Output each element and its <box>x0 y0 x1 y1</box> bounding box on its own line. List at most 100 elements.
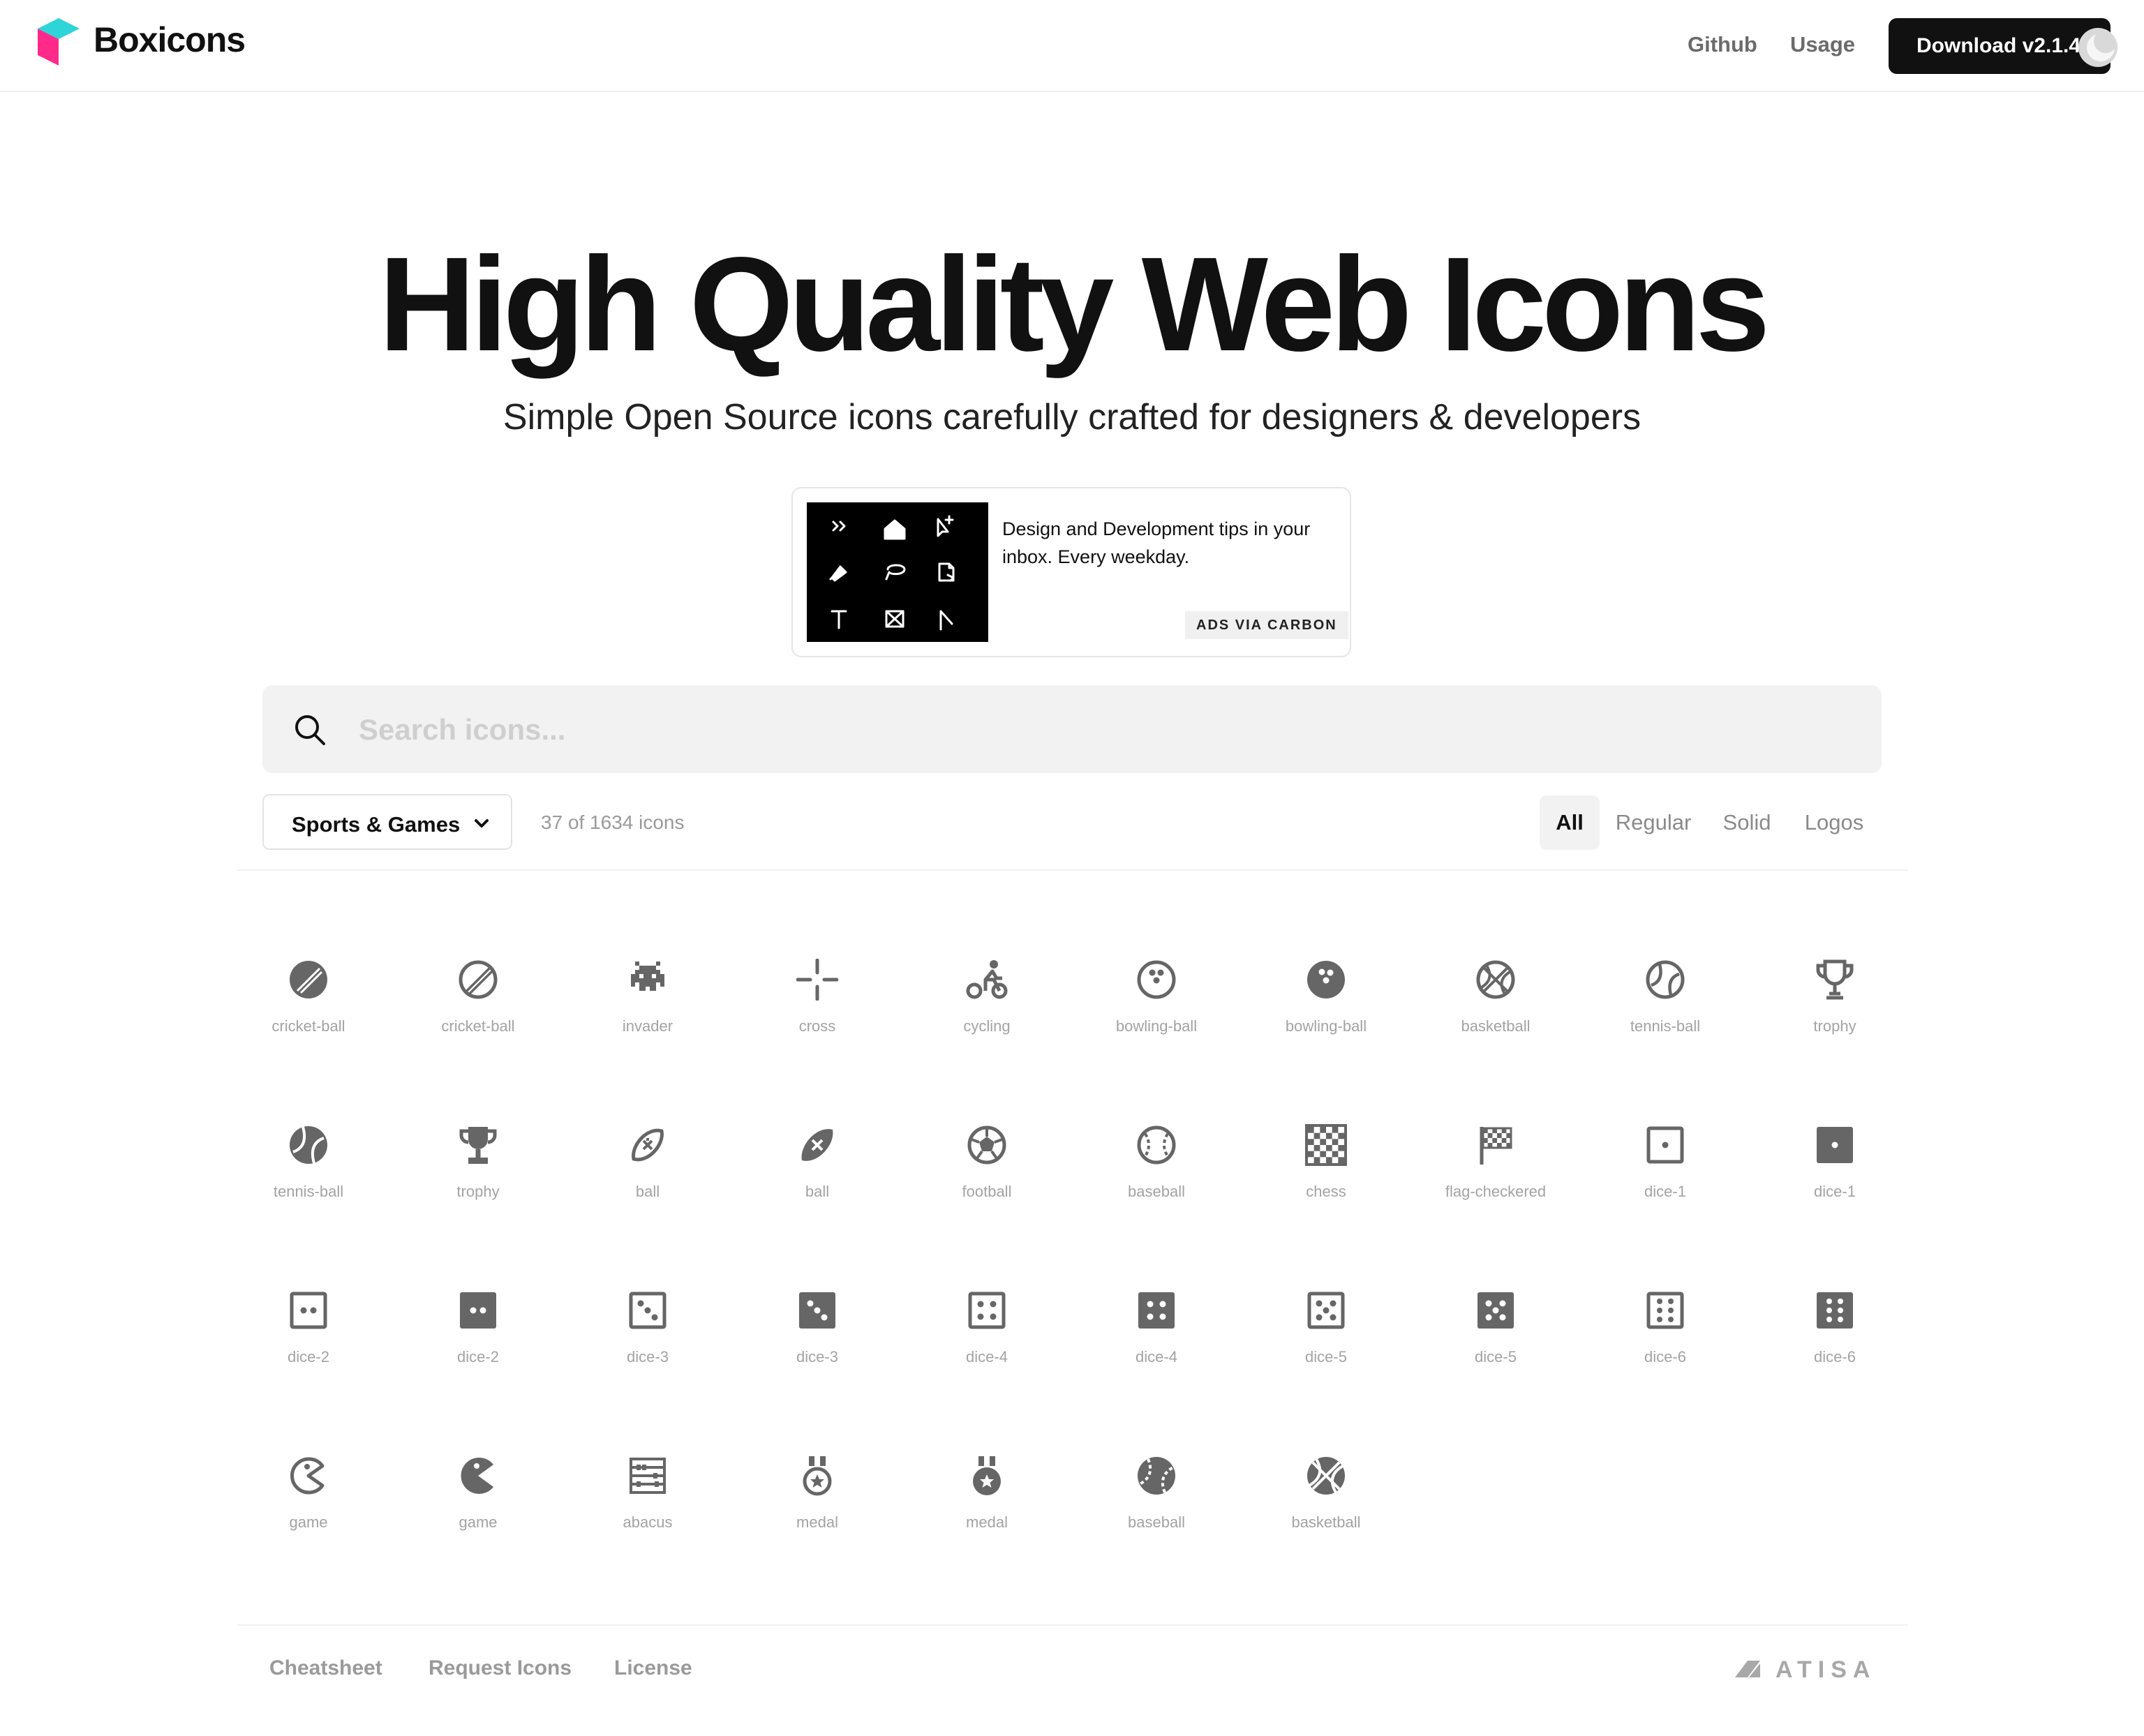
icon-label: basketball <box>1461 1017 1531 1035</box>
icon-label: flag-checkered <box>1445 1183 1547 1200</box>
search-bar[interactable] <box>262 685 1882 773</box>
tennis-ball-solid-icon <box>290 1126 327 1164</box>
top-nav-bar: Boxicons Github Usage Download v2.1.4 <box>0 0 2144 92</box>
dice-6-solid-icon <box>1817 1292 1853 1329</box>
icon-label: tennis-ball <box>273 1183 344 1200</box>
footer-cheatsheet-link[interactable]: Cheatsheet <box>269 1656 382 1680</box>
icon-card[interactable]: dice-3 <box>740 1262 894 1387</box>
dice-3-regular-icon <box>629 1292 667 1329</box>
basketball-solid-icon <box>1307 1457 1345 1495</box>
icon-card[interactable]: cricket-ball <box>232 931 385 1056</box>
icon-card[interactable]: cricket-ball <box>401 931 555 1056</box>
icon-label: medal <box>966 1513 1008 1531</box>
icon-label: abacus <box>623 1513 673 1531</box>
icon-label: baseball <box>1128 1183 1185 1200</box>
ad-image[interactable] <box>807 502 988 642</box>
icon-card[interactable]: basketball <box>1419 931 1572 1056</box>
icon-card[interactable]: dice-6 <box>1588 1262 1742 1387</box>
dice-2-solid-icon <box>460 1292 496 1329</box>
ads-via-carbon-badge[interactable]: ADS VIA CARBON <box>1185 611 1348 639</box>
nav-github-link[interactable]: Github <box>1688 32 1757 57</box>
icon-card[interactable]: dice-3 <box>571 1262 724 1387</box>
icon-card[interactable]: dice-2 <box>232 1262 385 1387</box>
icon-card[interactable]: baseball <box>1080 1427 1233 1552</box>
bowling-ball-regular-icon <box>1137 960 1176 999</box>
icon-card[interactable]: flag-checkered <box>1419 1096 1572 1222</box>
dice-4-solid-icon <box>1138 1292 1175 1329</box>
category-dropdown[interactable]: Sports & Games <box>262 794 512 850</box>
icon-card[interactable]: dice-6 <box>1758 1262 1912 1387</box>
trophy-regular-icon <box>1816 959 1854 1000</box>
icon-card[interactable]: trophy <box>401 1096 555 1222</box>
icon-label: trophy <box>456 1183 500 1200</box>
icon-label: dice-5 <box>1475 1348 1517 1365</box>
divider <box>237 869 1908 871</box>
icon-card[interactable]: dice-2 <box>401 1262 555 1387</box>
nav-usage-link[interactable]: Usage <box>1790 32 1855 57</box>
icon-card[interactable]: game <box>401 1427 555 1552</box>
icon-card[interactable]: bowling-ball <box>1249 931 1403 1056</box>
hero-subtitle: Simple Open Source icons carefully craft… <box>502 397 1642 437</box>
icon-label: cricket-ball <box>271 1017 345 1035</box>
icon-label: dice-6 <box>1644 1348 1686 1365</box>
icon-label: dice-1 <box>1814 1183 1856 1200</box>
icon-card[interactable]: game <box>232 1427 385 1552</box>
icon-card[interactable]: medal <box>740 1427 894 1552</box>
cycling-icon <box>966 960 1008 999</box>
footer-license-link[interactable]: License <box>614 1656 692 1680</box>
icon-card[interactable]: basketball <box>1249 1427 1403 1552</box>
ball-solid-icon <box>801 1129 833 1161</box>
footer-request-icons-link[interactable]: Request Icons <box>429 1656 572 1680</box>
icon-card[interactable]: dice-1 <box>1588 1096 1742 1222</box>
icon-card[interactable]: cross <box>740 931 894 1056</box>
category-dropdown-label: Sports & Games <box>292 812 461 837</box>
ad-text[interactable]: Design and Development tips in your inbo… <box>1002 515 1330 571</box>
tab-all[interactable]: All <box>1540 795 1600 850</box>
search-icon <box>295 715 325 745</box>
icon-card[interactable]: abacus <box>571 1427 724 1552</box>
theme-toggle-moon-icon[interactable] <box>2078 28 2117 67</box>
dice-1-solid-icon <box>1817 1127 1853 1163</box>
icon-card[interactable]: bowling-ball <box>1080 931 1233 1056</box>
atisa-sponsor-logo[interactable]: ATISA <box>1734 1651 1880 1686</box>
brand-name[interactable]: Boxicons <box>94 20 246 60</box>
icon-label: medal <box>796 1513 838 1531</box>
icon-card[interactable]: dice-4 <box>1080 1262 1233 1387</box>
tab-solid[interactable]: Solid <box>1708 795 1785 850</box>
icon-label: ball <box>635 1183 660 1200</box>
download-button[interactable]: Download v2.1.4 <box>1889 18 2110 74</box>
icon-card[interactable]: baseball <box>1080 1096 1233 1222</box>
icon-card[interactable]: medal <box>910 1427 1064 1552</box>
cricket-ball-solid-icon <box>290 961 327 998</box>
tab-logos[interactable]: Logos <box>1795 795 1873 850</box>
icon-card[interactable]: tennis-ball <box>1588 931 1742 1056</box>
icon-card[interactable]: ball <box>740 1096 894 1222</box>
icon-card[interactable]: dice-5 <box>1419 1262 1572 1387</box>
icon-card[interactable]: football <box>910 1096 1064 1222</box>
icon-label: dice-3 <box>627 1348 669 1365</box>
atisa-sponsor-text: ATISA <box>1776 1656 1876 1683</box>
dice-4-regular-icon <box>968 1292 1006 1329</box>
icon-label: game <box>459 1513 498 1531</box>
dice-5-regular-icon <box>1307 1292 1345 1329</box>
icon-card[interactable]: dice-1 <box>1758 1096 1912 1222</box>
icon-label: dice-1 <box>1644 1183 1686 1200</box>
carbon-ad[interactable]: Design and Development tips in your inbo… <box>791 487 1351 657</box>
icon-card[interactable]: trophy <box>1758 931 1912 1056</box>
icon-card[interactable]: chess <box>1249 1096 1403 1222</box>
icon-label: dice-2 <box>457 1348 499 1365</box>
icon-label: dice-5 <box>1305 1348 1347 1365</box>
boxicons-logo-icon[interactable] <box>36 17 81 67</box>
icon-card[interactable]: ball <box>571 1096 724 1222</box>
icon-label: dice-2 <box>288 1348 329 1365</box>
icon-card[interactable]: invader <box>571 931 724 1056</box>
tab-regular[interactable]: Regular <box>1604 795 1703 850</box>
icon-card[interactable]: dice-4 <box>910 1262 1064 1387</box>
icon-card[interactable]: dice-5 <box>1249 1262 1403 1387</box>
icon-label: game <box>289 1513 328 1531</box>
icon-card[interactable]: tennis-ball <box>232 1096 385 1222</box>
search-input[interactable] <box>357 706 1826 754</box>
icon-card[interactable]: cycling <box>910 931 1064 1056</box>
icon-label: invader <box>622 1017 673 1035</box>
tennis-ball-regular-icon <box>1646 960 1685 999</box>
